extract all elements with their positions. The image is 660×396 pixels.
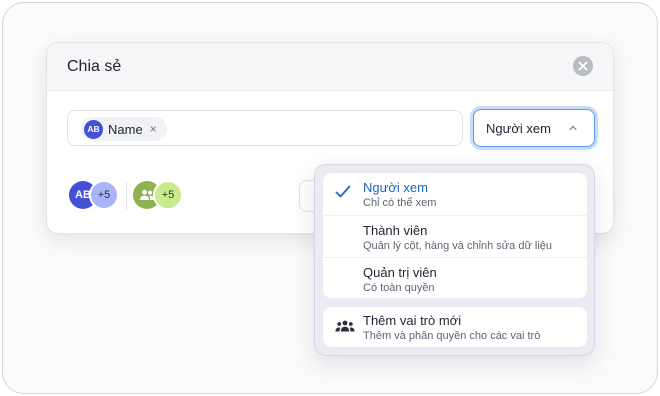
close-button[interactable]	[573, 56, 593, 76]
add-role-title: Thêm vai trò mới	[363, 313, 462, 328]
role-option-title: Quản trị viên	[363, 265, 437, 280]
invitee-name: Name	[108, 121, 143, 137]
role-option-viewer[interactable]: Người xem Chỉ có thể xem	[323, 173, 587, 215]
more-members-count: +5	[89, 180, 119, 210]
chevron-up-icon	[569, 125, 577, 131]
role-option-admin[interactable]: Quản trị viên Có toàn quyền	[323, 257, 587, 299]
role-option-description: Chỉ có thể xem	[363, 197, 437, 209]
add-role-description: Thêm và phân quyền cho các vai trò	[363, 330, 541, 342]
more-groups-count: +5	[153, 180, 183, 210]
dialog-header: Chia sẻ	[47, 43, 613, 91]
group-add-icon	[335, 320, 355, 332]
role-option-description: Có toàn quyền	[363, 282, 435, 294]
role-select-value: Người xem	[486, 121, 551, 136]
check-icon	[335, 185, 351, 198]
invite-input[interactable]: AB Name ×	[67, 110, 463, 146]
role-option-member[interactable]: Thành viên Quản lý cột, hàng và chỉnh sử…	[323, 215, 587, 257]
dialog-title: Chia sẻ	[67, 58, 122, 75]
role-option-description: Quản lý cột, hàng và chỉnh sửa dữ liệu	[363, 240, 553, 252]
role-options: Người xem Chỉ có thể xem Thành viên Quản…	[323, 173, 587, 298]
add-role-button[interactable]: Thêm vai trò mới Thêm và phân quyền cho …	[323, 307, 587, 347]
invitee-chip: AB Name ×	[81, 117, 167, 141]
close-icon	[578, 61, 588, 71]
role-option-title: Người xem	[363, 180, 428, 195]
role-select[interactable]: Người xem	[473, 109, 595, 147]
avatar: AB	[84, 119, 103, 139]
divider	[126, 182, 127, 210]
role-option-title: Thành viên	[363, 223, 428, 238]
remove-chip-button[interactable]: ×	[150, 122, 157, 136]
role-menu: Người xem Chỉ có thể xem Thành viên Quản…	[314, 164, 595, 356]
